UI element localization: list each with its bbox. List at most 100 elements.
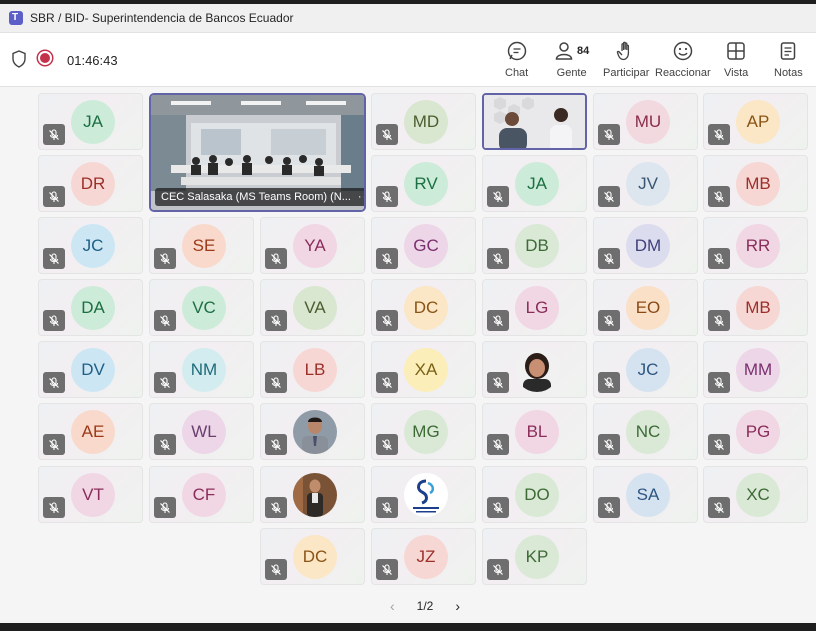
mic-muted-icon (43, 124, 65, 145)
participant-tile[interactable]: XC (703, 466, 808, 523)
participant-tile[interactable]: VA (260, 279, 365, 336)
participant-avatar-initials: DC (293, 535, 337, 579)
participant-tile[interactable]: VT (38, 466, 143, 523)
participant-video-tile[interactable] (482, 93, 587, 150)
participant-tile[interactable]: CF (149, 466, 254, 523)
participant-tile[interactable]: XA (371, 341, 476, 398)
participant-tile[interactable]: LB (260, 341, 365, 398)
mic-muted-icon (376, 186, 398, 207)
participant-tile[interactable]: JA (38, 93, 143, 150)
mic-muted-icon (708, 248, 730, 269)
participant-tile[interactable]: GC (371, 217, 476, 274)
meeting-toolbar: 01:46:43 Chat 84 Gente Participar Reacci… (0, 33, 816, 118)
participant-tile[interactable]: LG (482, 279, 587, 336)
mic-muted-icon (487, 434, 509, 455)
participant-tile[interactable]: JC (593, 341, 698, 398)
participant-tile[interactable] (260, 466, 365, 523)
view-button[interactable]: Vista (724, 39, 748, 83)
mic-muted-icon (708, 372, 730, 393)
participant-tile[interactable]: NC (593, 403, 698, 460)
participant-tile[interactable]: KP (482, 528, 587, 585)
react-button[interactable]: Reaccionar (655, 39, 711, 83)
teams-logo-icon (9, 11, 23, 25)
participant-tile[interactable]: BL (482, 403, 587, 460)
participant-avatar-initials: LB (293, 348, 337, 392)
participant-tile[interactable]: JA (482, 155, 587, 212)
participant-tile[interactable]: DB (482, 217, 587, 274)
participant-avatar-initials: DA (71, 286, 115, 330)
participant-tile[interactable]: DR (38, 155, 143, 212)
chat-label: Chat (505, 67, 529, 79)
mic-muted-icon (708, 186, 730, 207)
participant-avatar-initials: DO (515, 473, 559, 517)
participant-tile[interactable]: DO (482, 466, 587, 523)
participant-tile[interactable]: JC (38, 217, 143, 274)
participant-tile[interactable]: RV (371, 155, 476, 212)
mic-muted-icon (598, 497, 620, 518)
chevron-right-icon[interactable]: › (455, 598, 460, 614)
participant-tile[interactable]: JZ (371, 528, 476, 585)
participant-tile[interactable]: YA (260, 217, 365, 274)
participant-tile[interactable]: VC (149, 279, 254, 336)
participant-tile[interactable]: AE (38, 403, 143, 460)
participant-tile[interactable]: NM (149, 341, 254, 398)
participant-tile[interactable]: WL (149, 403, 254, 460)
participant-tile[interactable]: DV (38, 341, 143, 398)
participant-tile[interactable]: RR (703, 217, 808, 274)
chat-button[interactable]: Chat (505, 39, 528, 83)
participant-avatar-initials: MD (404, 100, 448, 144)
participant-tile[interactable] (260, 403, 365, 460)
more-options-icon[interactable]: ··· (358, 191, 364, 203)
participant-tile[interactable]: DA (38, 279, 143, 336)
mic-muted-icon (487, 186, 509, 207)
participant-avatar-initials: DV (71, 348, 115, 392)
participant-tile[interactable]: DC (371, 279, 476, 336)
mic-muted-icon (708, 124, 730, 145)
mic-muted-icon (376, 310, 398, 331)
notes-button[interactable]: Notas (774, 39, 803, 83)
room-name-label: CEC Salasaka (MS Teams Room) (N... ··· (155, 188, 364, 206)
participant-tile[interactable]: MD (371, 93, 476, 150)
raise-hand-label: Participar (603, 67, 650, 79)
shield-icon[interactable] (11, 50, 27, 68)
chevron-left-icon[interactable]: ‹ (390, 598, 395, 614)
people-icon (555, 42, 573, 60)
people-count: 84 (577, 45, 590, 57)
participant-tile[interactable] (482, 341, 587, 398)
participant-tile[interactable]: SE (149, 217, 254, 274)
participant-avatar-initials: JA (71, 100, 115, 144)
participant-tile[interactable]: MB (703, 155, 808, 212)
participant-tile[interactable]: DM (593, 217, 698, 274)
participant-tile[interactable]: MU (593, 93, 698, 150)
people-button[interactable]: 84 Gente (554, 39, 589, 83)
participant-tile[interactable]: SA (593, 466, 698, 523)
react-label: Reaccionar (655, 67, 711, 79)
mic-muted-icon (43, 434, 65, 455)
participant-avatar-initials: NC (626, 410, 670, 454)
participant-avatar-initials: DM (626, 224, 670, 268)
participant-tile[interactable]: PG (703, 403, 808, 460)
room-video-tile[interactable]: CEC Salasaka (MS Teams Room) (N... ··· (149, 93, 366, 212)
mic-muted-icon (265, 310, 287, 331)
people-label: Gente (556, 67, 587, 79)
participant-tile[interactable]: DC (260, 528, 365, 585)
participant-avatar-initials: AE (71, 410, 115, 454)
participant-tile[interactable]: MB (703, 279, 808, 336)
participant-tile[interactable]: EO (593, 279, 698, 336)
people-icon-wrap: 84 (554, 39, 589, 63)
mic-muted-icon (598, 434, 620, 455)
participant-tile[interactable]: MG (371, 403, 476, 460)
participant-tile[interactable]: AP (703, 93, 808, 150)
raise-hand-button[interactable]: Participar (603, 39, 649, 83)
participant-avatar-initials: MG (404, 410, 448, 454)
chat-icon (506, 39, 528, 63)
participant-avatar-initials: DC (404, 286, 448, 330)
mic-muted-icon (43, 248, 65, 269)
mic-muted-icon (265, 497, 287, 518)
participant-tile[interactable]: JV (593, 155, 698, 212)
participant-tile[interactable]: MM (703, 341, 808, 398)
participant-avatar-initials: VA (293, 286, 337, 330)
participant-avatar-initials: CF (182, 473, 226, 517)
participant-avatar-initials: KP (515, 535, 559, 579)
participant-tile[interactable] (371, 466, 476, 523)
